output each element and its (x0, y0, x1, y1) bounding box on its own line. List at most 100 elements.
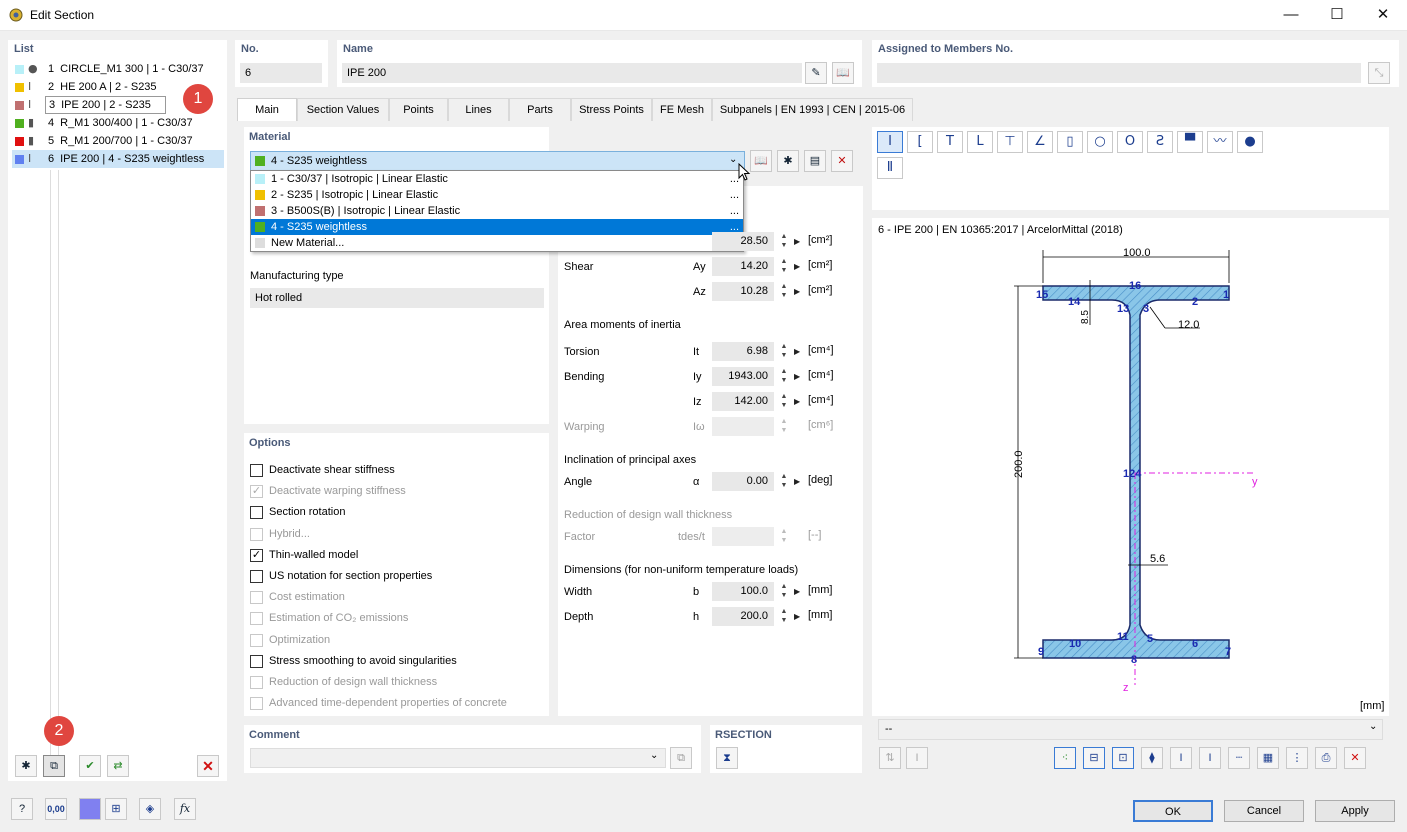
az-spin-icon[interactable]: ▲ ▼ (776, 282, 792, 301)
check-all-icon[interactable]: ✔ (79, 755, 101, 777)
preview-reset-icon[interactable]: ✕ (1344, 747, 1366, 769)
angle-field[interactable]: 0.00 (712, 472, 774, 491)
depth-arrow-icon[interactable]: ▶ (794, 612, 800, 621)
material-option[interactable]: 2 - S235 | Isotropic | Linear Elastic... (251, 187, 743, 203)
shape-other-icon[interactable]: ● (1237, 131, 1263, 153)
minimize-button[interactable]: — (1268, 0, 1314, 31)
tab-main[interactable]: Main (237, 98, 297, 122)
material-option[interactable]: 3 - B500S(B) | Isotropic | Linear Elasti… (251, 203, 743, 219)
area-field[interactable]: 28.50 (712, 232, 774, 251)
option-checkbox[interactable] (250, 654, 263, 668)
maximize-button[interactable]: ☐ (1314, 0, 1360, 31)
preview-dimensions-icon[interactable]: ⊟ (1083, 747, 1105, 769)
material-option[interactable]: 4 - S235 weightless... (251, 219, 743, 235)
preview-centroid-icon[interactable]: ⧫ (1141, 747, 1163, 769)
preview-tool-2-icon[interactable]: I (906, 747, 928, 769)
formula-icon[interactable]: fx (174, 798, 196, 820)
tab-stress-points[interactable]: Stress Points (571, 98, 652, 121)
tab-fe-mesh[interactable]: FE Mesh (652, 98, 712, 121)
width-spin-icon[interactable]: ▲ ▼ (776, 582, 792, 601)
it-field[interactable]: 6.98 (712, 342, 774, 361)
list-item[interactable]: ▮ 4 R_M1 300/400 | 1 - C30/37 (12, 114, 224, 132)
preview-print-icon[interactable]: ⎙ (1315, 747, 1337, 769)
units-icon[interactable]: 0,00 (45, 798, 67, 820)
shape-double-t-icon[interactable]: ⊤ (997, 131, 1023, 153)
tab-points[interactable]: Points (389, 98, 448, 121)
library-icon[interactable]: 📖 (832, 62, 854, 84)
renumber-icon[interactable]: ⇄ (107, 755, 129, 777)
width-arrow-icon[interactable]: ▶ (794, 587, 800, 596)
preview-tool-1-icon[interactable]: ⇅ (879, 747, 901, 769)
shape-rectangle-tube-icon[interactable]: ▯ (1057, 131, 1083, 153)
new-material-icon[interactable]: ✱ (777, 150, 799, 172)
preview-points-icon[interactable]: ⁖ (1054, 747, 1076, 769)
help-icon[interactable]: ? (11, 798, 33, 820)
rsection-icon[interactable]: ⧗ (716, 747, 738, 769)
az-field[interactable]: 10.28 (712, 282, 774, 301)
view-icon[interactable]: ◈ (139, 798, 161, 820)
close-button[interactable]: ✕ (1360, 0, 1406, 31)
preview-stress-points-icon[interactable]: ┄ (1228, 747, 1250, 769)
edit-material-icon[interactable]: ▤ (804, 150, 826, 172)
shape-circle-tube-icon[interactable]: ○ (1087, 131, 1113, 153)
edit-name-icon[interactable]: ✎ (805, 62, 827, 84)
list-item[interactable]: I 6 IPE 200 | 4 - S235 weightless (12, 150, 224, 168)
material-option[interactable]: New Material... (251, 235, 743, 251)
iz-arrow-icon[interactable]: ▶ (794, 397, 800, 406)
iy-field[interactable]: 1943.00 (712, 367, 774, 386)
ok-button[interactable]: OK (1133, 800, 1213, 822)
preview-combo[interactable]: -- ⌄ (878, 719, 1383, 740)
shape-round-tube-icon[interactable]: O (1117, 131, 1143, 153)
preview-member-icon[interactable]: I (1170, 747, 1192, 769)
option-checkbox[interactable]: ✓ (250, 548, 263, 562)
material-select[interactable]: 4 - S235 weightless ⌄ (250, 151, 745, 171)
shape-sheet-pile-icon[interactable]: 〰 (1207, 131, 1233, 153)
color-icon[interactable] (79, 798, 101, 820)
comment-copy-icon[interactable]: ⧉ (670, 747, 692, 769)
angle-arrow-icon[interactable]: ▶ (794, 477, 800, 486)
manufacturing-field[interactable]: Hot rolled (250, 288, 544, 308)
tab-section-values[interactable]: Section Values (297, 98, 389, 121)
area-arrow-icon[interactable]: ▶ (794, 237, 800, 246)
preview-axes-icon[interactable]: I (1199, 747, 1221, 769)
assigned-field[interactable] (877, 63, 1361, 83)
shape-i-section-icon[interactable]: I (877, 131, 903, 153)
new-section-icon[interactable]: ✱ (15, 755, 37, 777)
shape-built-up-icon[interactable]: Ⅱ (877, 157, 903, 179)
depth-spin-icon[interactable]: ▲ ▼ (776, 607, 792, 626)
shape-angle-icon[interactable]: L (967, 131, 993, 153)
apply-button[interactable]: Apply (1315, 800, 1395, 822)
comment-field[interactable] (250, 748, 666, 768)
it-arrow-icon[interactable]: ▶ (794, 347, 800, 356)
shape-channel-icon[interactable]: [ (907, 131, 933, 153)
comment-chevron-icon[interactable]: ⌄ (650, 750, 658, 761)
select-members-icon[interactable]: ⤡ (1368, 62, 1390, 84)
az-arrow-icon[interactable]: ▶ (794, 287, 800, 296)
material-option-edit-icon[interactable]: ... (730, 203, 739, 219)
material-option[interactable]: 1 - C30/37 | Isotropic | Linear Elastic.… (251, 171, 743, 187)
shape-rail-icon[interactable]: ▀ (1177, 131, 1203, 153)
preview-mesh-icon[interactable]: ▦ (1257, 747, 1279, 769)
delete-material-icon[interactable]: ✕ (831, 150, 853, 172)
iy-arrow-icon[interactable]: ▶ (794, 372, 800, 381)
ay-field[interactable]: 14.20 (712, 257, 774, 276)
shape-angle-2-icon[interactable]: ∠ (1027, 131, 1053, 153)
delete-section-icon[interactable]: ✕ (197, 755, 219, 777)
it-spin-icon[interactable]: ▲ ▼ (776, 342, 792, 361)
area-spin-icon[interactable]: ▲ ▼ (776, 232, 792, 251)
iy-spin-icon[interactable]: ▲ ▼ (776, 367, 792, 386)
cancel-button[interactable]: Cancel (1224, 800, 1304, 822)
info-icon[interactable]: ⊞ (105, 798, 127, 820)
tab-subpanels-en-1993-cen-2015-06[interactable]: Subpanels | EN 1993 | CEN | 2015-06 (712, 98, 913, 121)
preview-lines-icon[interactable]: ⋮ (1286, 747, 1308, 769)
number-field[interactable]: 6 (240, 63, 322, 83)
option-checkbox[interactable] (250, 464, 263, 477)
list-item[interactable]: ▮ 5 R_M1 200/700 | 1 - C30/37 (12, 132, 224, 150)
ay-spin-icon[interactable]: ▲ ▼ (776, 257, 792, 276)
angle-spin-icon[interactable]: ▲ ▼ (776, 472, 792, 491)
material-option-edit-icon[interactable]: ... (730, 187, 739, 203)
list-item[interactable]: ● 1 CIRCLE_M1 300 | 1 - C30/37 (12, 60, 224, 78)
option-checkbox[interactable] (250, 570, 263, 583)
option-checkbox[interactable] (250, 506, 263, 520)
shape-z-section-icon[interactable]: Ƨ (1147, 131, 1173, 153)
